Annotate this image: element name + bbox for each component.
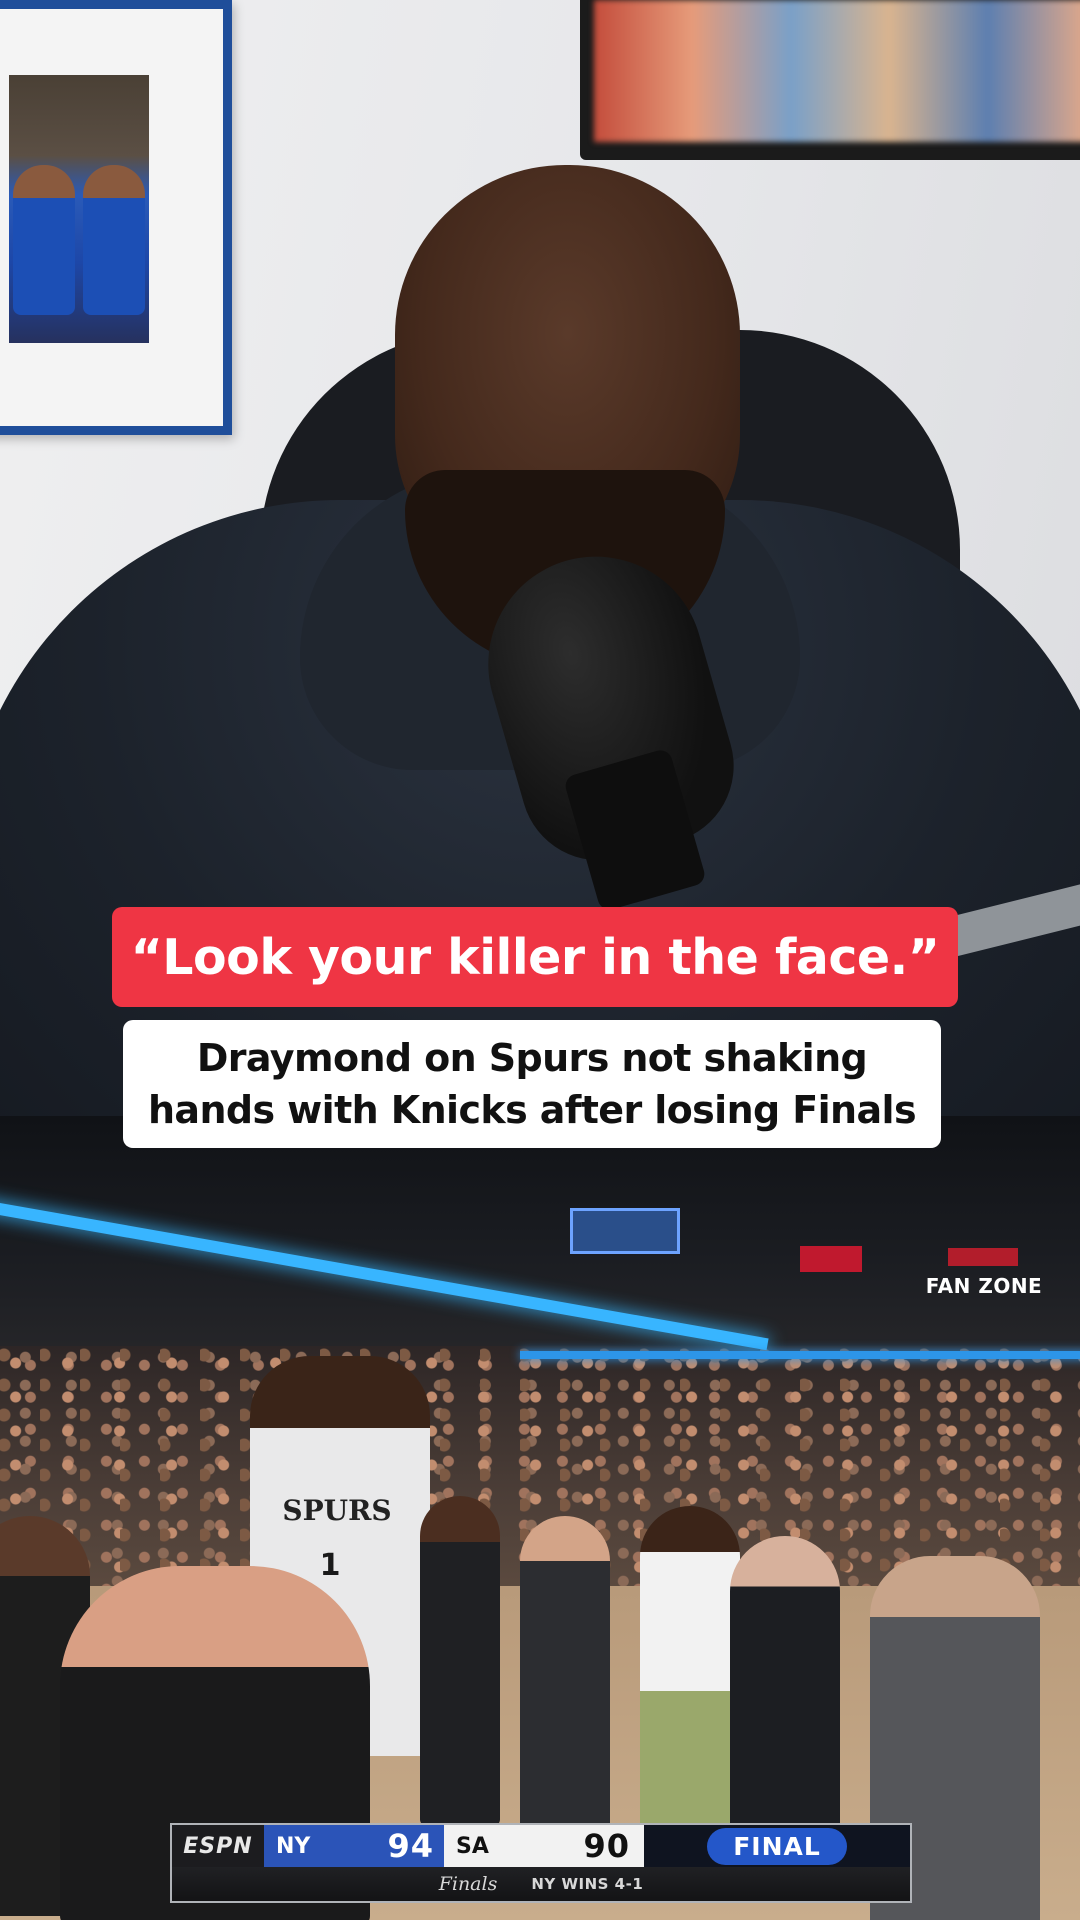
subtitle-line-1: Draymond on Spurs not shaking bbox=[196, 1036, 868, 1080]
arena-scoreboard bbox=[570, 1208, 680, 1254]
framed-photo-image bbox=[9, 75, 149, 343]
finals-logo: Finals bbox=[438, 1873, 498, 1895]
team-home: SA 90 bbox=[444, 1825, 644, 1867]
team-home-abbr: SA bbox=[456, 1833, 489, 1859]
jersey-name: SPURS bbox=[282, 1494, 392, 1527]
quote-caption: “Look your killer in the face.” bbox=[112, 907, 958, 1007]
series-row: Finals NY WINS 4-1 bbox=[172, 1867, 910, 1901]
network-logo: ESPN bbox=[172, 1825, 264, 1867]
person-white-shirt bbox=[640, 1506, 740, 1836]
arena-video-frame: FAN ZONE SPURS 1 bbox=[0, 1116, 1080, 1920]
arena-led-ribbon-lower bbox=[520, 1351, 1080, 1359]
framed-photo bbox=[0, 0, 232, 435]
photo-player-left bbox=[13, 165, 75, 315]
score-bug: ESPN NY 94 SA 90 FINAL Finals NY WINS 4-… bbox=[170, 1823, 912, 1903]
team-away-abbr: NY bbox=[276, 1833, 311, 1859]
subtitle-caption: Draymond on Spurs not shaking hands with… bbox=[123, 1020, 941, 1148]
subtitle-line-2: hands with Knicks after losing Finals bbox=[147, 1088, 917, 1132]
team-away-score: 94 bbox=[387, 1827, 434, 1865]
person-background bbox=[420, 1496, 500, 1826]
score-row: ESPN NY 94 SA 90 FINAL bbox=[172, 1825, 910, 1867]
wall-tv-screen bbox=[594, 0, 1080, 142]
fan-zone-sign: FAN ZONE bbox=[918, 1248, 1050, 1298]
photo-player-right bbox=[83, 165, 145, 315]
wall-tv bbox=[580, 0, 1080, 160]
person-background bbox=[520, 1516, 610, 1836]
series-status: NY WINS 4-1 bbox=[531, 1875, 644, 1893]
arena-red-sign bbox=[800, 1246, 862, 1272]
team-home-score: 90 bbox=[583, 1827, 630, 1865]
game-status: FINAL bbox=[644, 1825, 910, 1867]
game-status-pill: FINAL bbox=[707, 1827, 847, 1865]
team-away: NY 94 bbox=[264, 1825, 444, 1867]
